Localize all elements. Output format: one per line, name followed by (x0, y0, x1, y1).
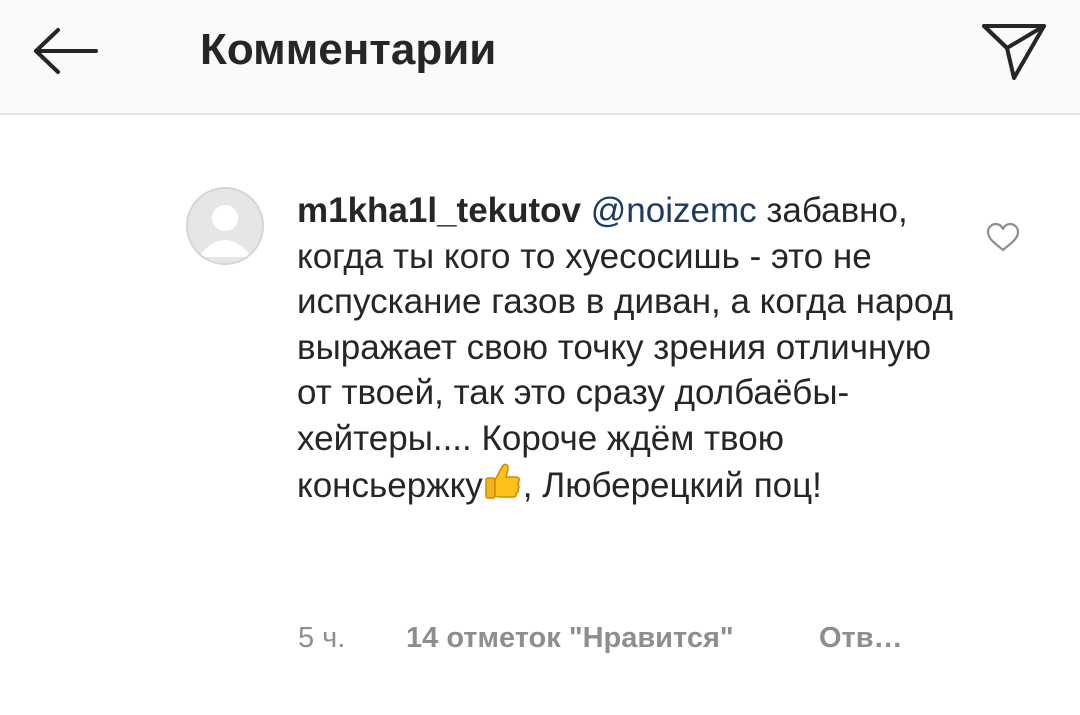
send-paper-plane-icon (982, 24, 1046, 80)
default-avatar-icon (198, 205, 252, 257)
avatar[interactable] (186, 187, 264, 265)
comment-text: забавно, когда ты кого то хуесосишь - эт… (297, 191, 954, 505)
top-bar: Комментарии (0, 0, 1080, 115)
comment-body: m1kha1l_tekutov @noizemc забавно, когда … (297, 188, 957, 513)
likes-count-link[interactable]: 14 отметок "Нравится" (406, 618, 734, 658)
like-comment-button[interactable] (978, 214, 1028, 260)
reply-button[interactable]: Отв… (819, 618, 903, 658)
share-button[interactable] (968, 12, 1058, 88)
comment-mention[interactable]: @noizemc (591, 191, 757, 230)
comment-username[interactable]: m1kha1l_tekutov (297, 191, 581, 230)
heart-outline-icon (986, 222, 1020, 252)
arrow-left-icon (34, 28, 98, 74)
comment-timestamp: 5 ч. (298, 622, 346, 654)
page-title: Комментарии (200, 25, 497, 74)
thumbs-up-emoji-icon (483, 461, 523, 513)
comment-text-end: , Люберецкий поц! (522, 466, 822, 505)
back-button[interactable] (22, 18, 108, 84)
